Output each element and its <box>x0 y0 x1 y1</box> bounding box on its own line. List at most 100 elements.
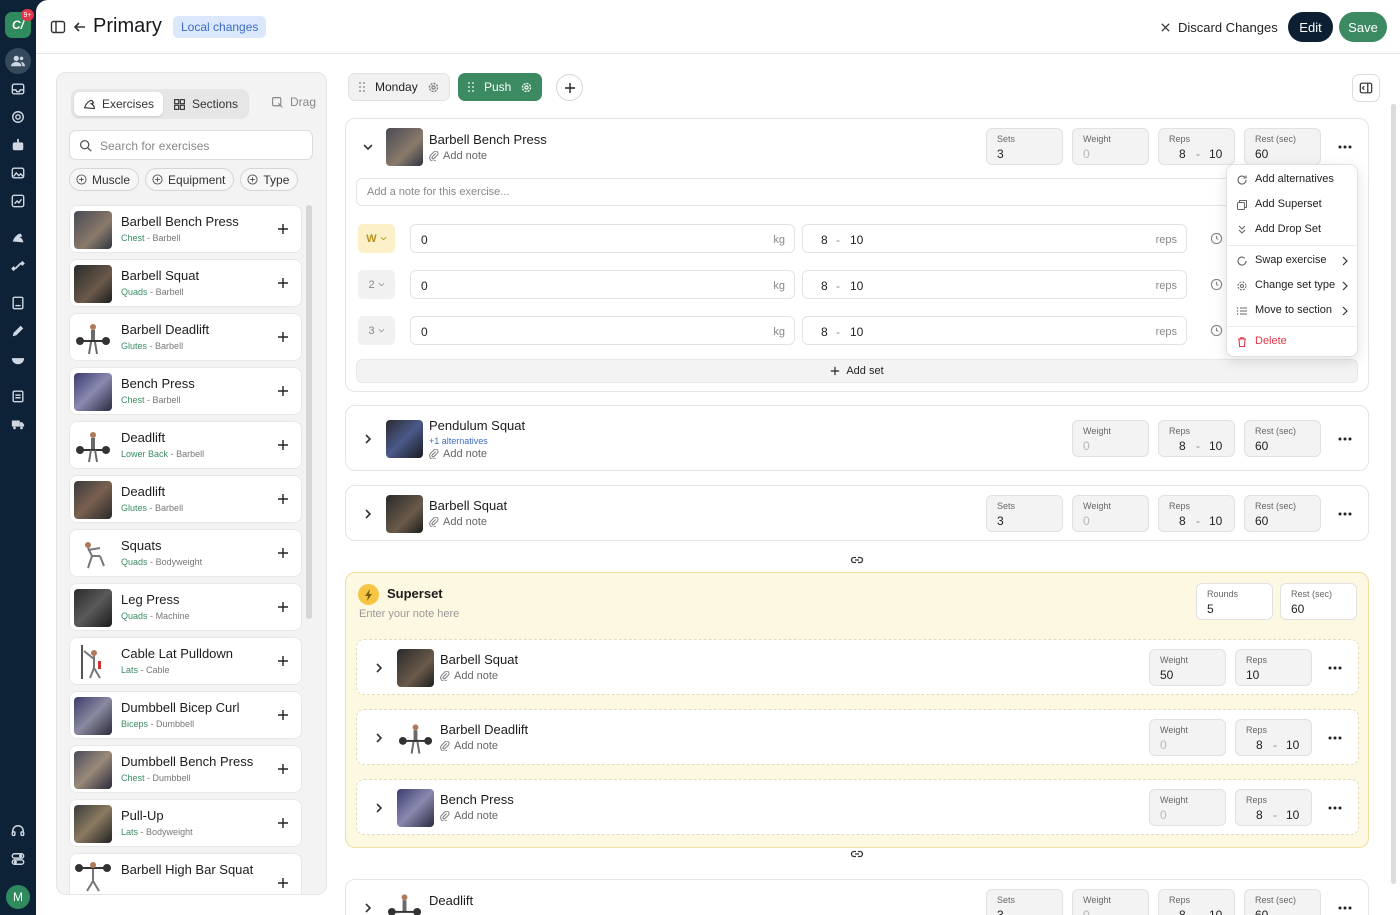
tab-exercises[interactable]: Exercises <box>74 92 164 116</box>
add-icon[interactable] <box>276 222 290 236</box>
weight-field[interactable]: Weight 0 <box>1072 495 1149 532</box>
gear-icon[interactable] <box>520 81 533 94</box>
more-icon[interactable] <box>1327 660 1343 676</box>
tab-sections[interactable]: Sections <box>164 92 247 116</box>
bowl-icon[interactable] <box>9 350 27 368</box>
menu-swap-exercise[interactable]: Swap exercise <box>1227 250 1359 272</box>
add-note-button[interactable]: Add note <box>440 810 498 822</box>
target-icon[interactable] <box>9 108 27 126</box>
add-note-button[interactable]: Add note <box>429 448 487 460</box>
reps-field[interactable]: Reps 8-10 <box>1158 128 1235 165</box>
weight-input[interactable]: 0 kg <box>410 316 795 345</box>
filter-muscle[interactable]: Muscle <box>69 168 140 191</box>
day-tab-push[interactable]: Push <box>458 73 543 101</box>
exercise-note-input[interactable]: Add a note for this exercise... <box>356 178 1358 206</box>
more-icon[interactable] <box>1337 506 1353 522</box>
chevron-right-icon[interactable] <box>373 662 385 674</box>
clock-icon[interactable] <box>1210 232 1223 245</box>
list-item[interactable]: Barbell Deadlift Glutes - Barbell <box>69 313 302 361</box>
menu-delete[interactable]: Delete <box>1227 331 1359 353</box>
more-icon[interactable] <box>1327 730 1343 746</box>
list-item[interactable]: Barbell Squat Quads - Barbell <box>69 259 302 307</box>
search-input[interactable] <box>100 137 300 155</box>
inbox-icon[interactable] <box>9 80 27 98</box>
list-item[interactable]: Pull-Up Lats - Bodyweight <box>69 799 302 847</box>
reps-input[interactable]: 8-10 reps <box>802 270 1187 299</box>
set-type-select[interactable]: 2 <box>358 270 395 299</box>
drag-handle-icon[interactable] <box>358 81 366 93</box>
add-icon[interactable] <box>276 876 290 890</box>
add-icon[interactable] <box>276 492 290 506</box>
more-icon[interactable] <box>1337 139 1353 155</box>
add-icon[interactable] <box>276 546 290 560</box>
add-icon[interactable] <box>276 330 290 344</box>
clipboard-icon[interactable] <box>9 387 27 405</box>
reps-field[interactable]: Reps 8-10 <box>1235 789 1312 826</box>
chevron-down-icon[interactable] <box>362 141 374 153</box>
sets-field[interactable]: Sets 3 <box>986 889 1063 915</box>
add-note-button[interactable]: Add note <box>440 740 498 752</box>
chevron-right-icon[interactable] <box>373 732 385 744</box>
dumbbell-icon[interactable] <box>9 257 27 275</box>
reps-field[interactable]: Reps 8-10 <box>1235 719 1312 756</box>
users-icon[interactable] <box>5 48 31 74</box>
list-item[interactable]: Barbell Bench Press Chest - Barbell <box>69 205 302 253</box>
chevron-right-icon[interactable] <box>373 802 385 814</box>
headset-icon[interactable] <box>9 822 27 840</box>
superset-note-input[interactable]: Enter your note here <box>359 608 459 620</box>
list-item[interactable]: Bench Press Chest - Barbell <box>69 367 302 415</box>
weight-field[interactable]: Weight 0 <box>1072 420 1149 457</box>
tab-drag[interactable]: Drag <box>271 95 316 109</box>
muscle-icon[interactable] <box>9 229 27 247</box>
list-item[interactable]: Cable Lat Pulldown Lats - Cable <box>69 637 302 685</box>
rest-field[interactable]: Rest (sec) 60 <box>1244 495 1321 532</box>
gear-icon[interactable] <box>427 81 440 94</box>
save-button[interactable]: Save <box>1339 12 1387 42</box>
add-icon[interactable] <box>276 276 290 290</box>
add-icon[interactable] <box>276 438 290 452</box>
rest-field[interactable]: Rest (sec) 60 <box>1244 128 1321 165</box>
discard-changes-button[interactable]: Discard Changes <box>1160 17 1278 37</box>
pen-icon[interactable] <box>9 322 27 340</box>
clock-icon[interactable] <box>1210 324 1223 337</box>
rest-field[interactable]: Rest (sec) 60 <box>1244 420 1321 457</box>
weight-field[interactable]: Weight 50 <box>1149 649 1226 686</box>
reps-input[interactable]: 8-10 reps <box>802 316 1187 345</box>
back-arrow-icon[interactable] <box>72 19 88 35</box>
book-icon[interactable] <box>9 294 27 312</box>
add-icon[interactable] <box>276 762 290 776</box>
weight-field[interactable]: Weight 0 <box>1072 128 1149 165</box>
clock-icon[interactable] <box>1210 278 1223 291</box>
sets-field[interactable]: Sets 3 <box>986 128 1063 165</box>
menu-change-set-type[interactable]: Change set type <box>1227 275 1359 297</box>
chevron-right-icon[interactable] <box>362 902 374 914</box>
add-note-button[interactable]: Add note <box>429 516 487 528</box>
filter-equipment[interactable]: Equipment <box>145 168 235 191</box>
user-avatar[interactable]: M <box>6 885 30 909</box>
add-note-button[interactable]: Add note <box>429 150 487 162</box>
link-icon[interactable] <box>850 847 864 861</box>
list-item[interactable]: Dumbbell Bench Press Chest - Dumbbell <box>69 745 302 793</box>
add-icon[interactable] <box>276 600 290 614</box>
add-icon[interactable] <box>276 816 290 830</box>
add-icon[interactable] <box>276 708 290 722</box>
day-tab-monday[interactable]: Monday <box>348 73 450 101</box>
alternatives-link[interactable]: +1 alternatives <box>429 436 488 446</box>
sidebar-toggle-icon[interactable] <box>50 19 66 35</box>
add-day-button[interactable] <box>556 74 583 101</box>
toggle-icon[interactable] <box>9 850 27 868</box>
more-icon[interactable] <box>1327 800 1343 816</box>
more-icon[interactable] <box>1337 900 1353 915</box>
menu-move-to-section[interactable]: Move to section <box>1227 300 1359 322</box>
reps-field[interactable]: Reps 8-10 <box>1158 420 1235 457</box>
more-icon[interactable] <box>1337 431 1353 447</box>
rest-field[interactable]: Rest (sec) 60 <box>1280 583 1357 620</box>
menu-add-drop-set[interactable]: Add Drop Set <box>1227 219 1359 241</box>
menu-add-superset[interactable]: Add Superset <box>1227 194 1359 216</box>
list-item[interactable]: Squats Quads - Bodyweight <box>69 529 302 577</box>
add-icon[interactable] <box>276 384 290 398</box>
robot-icon[interactable] <box>9 136 27 154</box>
set-type-select[interactable]: W <box>358 224 395 253</box>
weight-field[interactable]: Weight 0 <box>1149 789 1226 826</box>
menu-add-alternatives[interactable]: Add alternatives <box>1227 169 1359 191</box>
